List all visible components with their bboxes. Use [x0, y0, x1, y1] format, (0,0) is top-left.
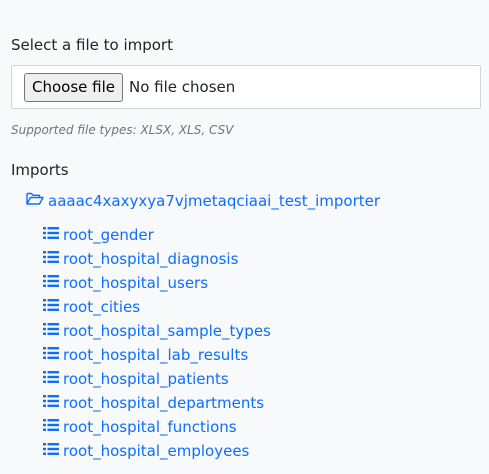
import-table-item[interactable]: root_hospital_lab_results	[43, 343, 271, 367]
table-list-icon	[43, 370, 63, 388]
import-table-item[interactable]: root_hospital_functions	[43, 415, 271, 439]
choose-file-button[interactable]: Choose file	[24, 72, 123, 102]
import-table-name: root_gender	[63, 226, 154, 244]
table-list-icon	[43, 346, 63, 364]
import-table-name: root_hospital_employees	[63, 442, 250, 460]
import-table-list: root_gender root_hospital_diagnosis root…	[43, 223, 271, 463]
import-table-item[interactable]: root_hospital_users	[43, 271, 271, 295]
import-folder-link[interactable]: aaaac4xaxyxya7vjmetaqciaai_test_importer	[26, 191, 380, 211]
table-list-icon	[43, 250, 63, 268]
import-table-item[interactable]: root_cities	[43, 295, 271, 319]
import-folder-name: aaaac4xaxyxya7vjmetaqciaai_test_importer	[48, 192, 381, 210]
table-list-icon	[43, 298, 63, 316]
import-table-name: root_hospital_sample_types	[63, 322, 271, 340]
import-table-item[interactable]: root_hospital_departments	[43, 391, 271, 415]
table-list-icon	[43, 442, 63, 460]
import-page: Select a file to import Choose file No f…	[0, 0, 489, 474]
supported-file-types-hint: Supported file types: XLSX, XLS, CSV	[11, 123, 234, 137]
import-table-item[interactable]: root_hospital_patients	[43, 367, 271, 391]
import-table-name: root_cities	[63, 298, 141, 316]
table-list-icon	[43, 322, 63, 340]
select-file-label: Select a file to import	[11, 36, 173, 54]
import-table-name: root_hospital_users	[63, 274, 209, 292]
import-table-name: root_hospital_departments	[63, 394, 265, 412]
table-list-icon	[43, 394, 63, 412]
file-status-text: No file chosen	[129, 78, 236, 96]
import-table-item[interactable]: root_hospital_sample_types	[43, 319, 271, 343]
import-table-name: root_hospital_functions	[63, 418, 237, 436]
folder-open-icon	[26, 191, 48, 211]
import-table-name: root_hospital_patients	[63, 370, 229, 388]
imports-heading: Imports	[11, 161, 69, 179]
import-table-name: root_hospital_lab_results	[63, 346, 249, 364]
table-list-icon	[43, 418, 63, 436]
table-list-icon	[43, 226, 63, 244]
import-table-item[interactable]: root_hospital_diagnosis	[43, 247, 271, 271]
import-table-item[interactable]: root_gender	[43, 223, 271, 247]
import-table-item[interactable]: root_hospital_employees	[43, 439, 271, 463]
file-input[interactable]: Choose file No file chosen	[11, 65, 481, 109]
table-list-icon	[43, 274, 63, 292]
import-table-name: root_hospital_diagnosis	[63, 250, 239, 268]
